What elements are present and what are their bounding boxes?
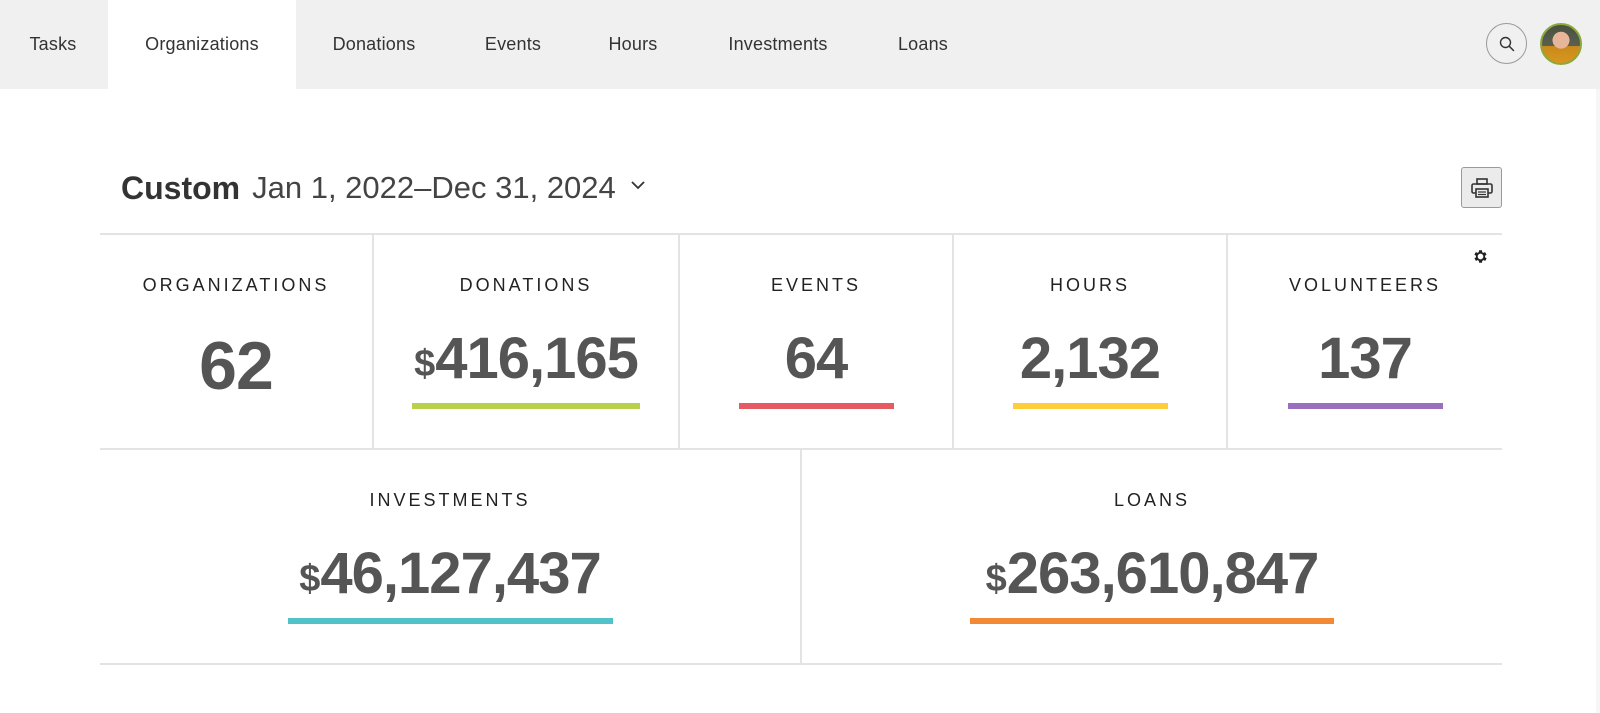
date-preset-label: Custom bbox=[121, 169, 241, 206]
tab-organizations[interactable]: Organizations bbox=[108, 0, 296, 89]
scrollbar[interactable] bbox=[1596, 89, 1600, 713]
stat-label: Events bbox=[770, 275, 862, 295]
stats-grid: Organizations 62 Donations $416,165 Even… bbox=[100, 233, 1502, 665]
stat-label: Investments bbox=[369, 490, 531, 510]
stat-label: Loans bbox=[1113, 490, 1191, 510]
accent-bar bbox=[1013, 403, 1168, 409]
accent-bar bbox=[1288, 403, 1443, 409]
search-icon bbox=[1499, 36, 1514, 51]
stat-value: $416,165 bbox=[374, 325, 678, 392]
gear-icon[interactable] bbox=[1472, 248, 1489, 265]
tab-investments[interactable]: Investments bbox=[708, 0, 848, 89]
stat-label: Hours bbox=[1049, 275, 1130, 295]
stat-number: 416,165 bbox=[435, 326, 639, 391]
top-navigation: Tasks Organizations Donations Events Hou… bbox=[0, 0, 1600, 89]
stat-value: 62 bbox=[199, 328, 274, 404]
accent-bar bbox=[412, 403, 640, 409]
stat-number: 46,127,437 bbox=[320, 541, 601, 606]
stat-hours[interactable]: Hours 2,132 bbox=[952, 235, 1226, 448]
tab-tasks[interactable]: Tasks bbox=[0, 0, 106, 89]
tab-loans[interactable]: Loans bbox=[880, 0, 966, 89]
stat-value: 64 bbox=[784, 326, 849, 391]
stat-volunteers[interactable]: Volunteers 137 bbox=[1226, 235, 1502, 448]
currency-symbol: $ bbox=[985, 558, 1007, 600]
tab-events[interactable]: Events bbox=[463, 0, 563, 89]
stat-value: $263,610,847 bbox=[802, 540, 1502, 607]
stat-investments[interactable]: Investments $46,127,437 bbox=[100, 450, 800, 663]
stat-label: Organizations bbox=[142, 275, 330, 295]
accent-bar bbox=[288, 618, 613, 624]
accent-bar bbox=[970, 618, 1334, 624]
date-range-label: Jan 1, 2022–Dec 31, 2024 bbox=[252, 170, 616, 205]
stat-events[interactable]: Events 64 bbox=[678, 235, 952, 448]
tab-hours[interactable]: Hours bbox=[590, 0, 676, 89]
tab-donations[interactable]: Donations bbox=[308, 0, 440, 89]
search-button[interactable] bbox=[1486, 23, 1527, 64]
printer-icon bbox=[1470, 177, 1493, 198]
stat-label: Donations bbox=[459, 275, 593, 295]
date-range-selector[interactable]: Custom Jan 1, 2022–Dec 31, 2024 bbox=[121, 166, 646, 210]
chevron-down-icon bbox=[631, 181, 645, 190]
stat-loans[interactable]: Loans $263,610,847 bbox=[800, 450, 1502, 663]
stat-label: Volunteers bbox=[1288, 275, 1442, 295]
currency-symbol: $ bbox=[414, 343, 435, 385]
stat-organizations[interactable]: Organizations 62 bbox=[100, 235, 372, 448]
stat-donations[interactable]: Donations $416,165 bbox=[372, 235, 678, 448]
stat-number: 263,610,847 bbox=[1006, 541, 1320, 606]
user-avatar[interactable] bbox=[1540, 23, 1582, 65]
stat-value: 2,132 bbox=[1019, 326, 1161, 391]
accent-bar bbox=[739, 403, 894, 409]
currency-symbol: $ bbox=[299, 558, 320, 600]
print-button[interactable] bbox=[1461, 167, 1502, 208]
stat-value: $46,127,437 bbox=[100, 540, 800, 607]
stat-value: 137 bbox=[1318, 326, 1413, 391]
